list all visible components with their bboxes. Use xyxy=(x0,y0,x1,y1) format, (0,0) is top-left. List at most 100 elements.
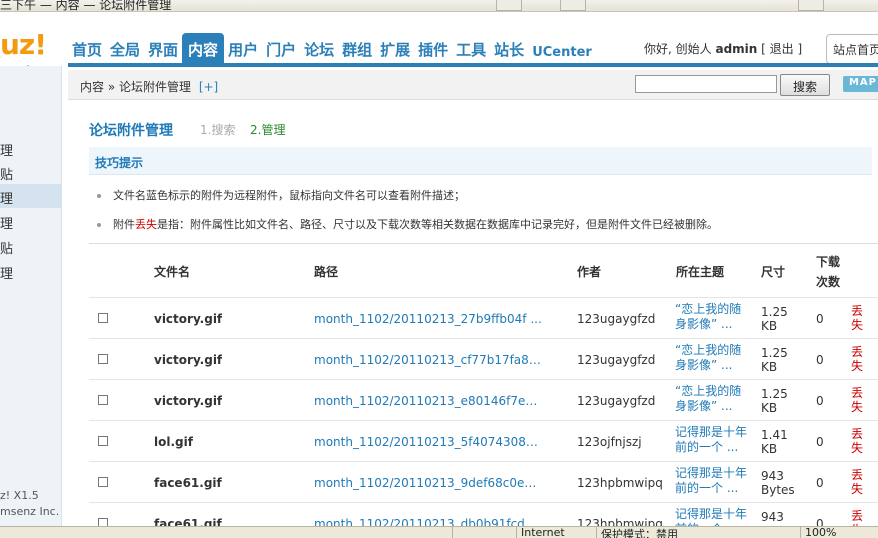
file-name[interactable]: lol.gif xyxy=(154,435,193,449)
map-button[interactable]: MAP xyxy=(843,76,878,92)
nav-item-forum[interactable]: 论坛 xyxy=(300,33,338,66)
table-row: victory.gif month_1102/20110213_27b9ffb04… xyxy=(89,297,878,338)
tip-lost-highlight: 丢失 xyxy=(135,218,157,231)
nav-item-interface[interactable]: 界面 xyxy=(144,33,182,66)
author-name[interactable]: 123ugaygfzd xyxy=(577,353,655,367)
header-path: 路径 xyxy=(314,265,339,279)
sidebar-item[interactable]: 贴 xyxy=(0,234,62,258)
tips-title: 技巧提示 xyxy=(95,156,144,170)
header-topic: 所在主题 xyxy=(676,265,725,279)
search-button[interactable]: 搜索 xyxy=(780,74,830,96)
nav-item-global[interactable]: 全局 xyxy=(106,33,144,66)
nav-item-portal[interactable]: 门户 xyxy=(262,33,300,66)
file-size: 1.41 KB xyxy=(761,428,788,456)
nav-item-ucenter[interactable]: UCenter xyxy=(528,33,596,66)
table-row: victory.gif month_1102/20110213_e80146f7e… xyxy=(89,379,878,420)
nav-item-users[interactable]: 用户 xyxy=(224,33,262,66)
file-size: 1.25 KB xyxy=(761,346,788,374)
browser-toolbar-button[interactable] xyxy=(560,0,586,11)
protected-mode-indicator: 保护模式：禁用 xyxy=(596,527,756,538)
author-name[interactable]: 123ugaygfzd xyxy=(577,312,655,326)
file-name[interactable]: victory.gif xyxy=(154,312,222,326)
user-area: 你好, 创始人 admin [ 退出 ] xyxy=(644,40,802,57)
download-count: 0 xyxy=(816,353,824,367)
nav-item-plugins[interactable]: 插件 xyxy=(414,33,452,66)
admin-header: uz! anel 首页 全局 界面 内容 用户 门户 论坛 群组 扩展 插件 工… xyxy=(0,12,878,80)
search-input[interactable] xyxy=(635,75,777,93)
author-name[interactable]: 123ojfnjszj xyxy=(577,435,642,449)
file-name[interactable]: victory.gif xyxy=(154,353,222,367)
tip-text: 文件名蓝色标示的附件为远程附件，鼠标指向文件名可以查看附件描述； xyxy=(113,189,465,202)
download-count: 0 xyxy=(816,394,824,408)
lost-status: 丢失 xyxy=(851,304,864,332)
zone-indicator: Internet xyxy=(516,527,596,538)
table-row: lol.gif month_1102/20110213_5f40743083 ..… xyxy=(89,420,878,461)
tip-lost: 附件丢失是指：附件属性比如文件名、路径、尺寸以及下载次数等相关数据在数据库中记录… xyxy=(97,216,718,232)
header-downloads: 下载次数 xyxy=(816,255,841,289)
tip-remote: 文件名蓝色标示的附件为远程附件，鼠标指向文件名可以查看附件描述； xyxy=(97,187,465,203)
table-row: face61.gif month_1102/20110213_9def68c0eb… xyxy=(89,461,878,502)
topic-link[interactable]: 记得那是十年前的一个 ... xyxy=(675,425,749,457)
file-size: 1.25 KB xyxy=(761,305,788,333)
row-checkbox[interactable] xyxy=(98,354,108,364)
nav-item-home[interactable]: 首页 xyxy=(68,33,106,66)
browser-toolbar-button[interactable] xyxy=(798,0,824,11)
bullet-icon xyxy=(97,223,101,227)
file-path-link[interactable]: month_1102/20110213_9def68c0eb ... xyxy=(314,476,542,490)
nav-item-content[interactable]: 内容 xyxy=(182,33,225,66)
browser-tab-title[interactable]: 三下午 — 内容 — 论坛附件管理 xyxy=(0,0,171,11)
lost-status: 丢失 xyxy=(851,427,864,455)
table-top-border xyxy=(89,243,878,244)
step-search[interactable]: 1.搜索 xyxy=(200,121,235,138)
breadcrumb-text: 内容 » 论坛附件管理 xyxy=(80,80,191,94)
file-path-link[interactable]: month_1102/20110213_5f40743083 ... xyxy=(314,435,542,449)
sidebar-item[interactable]: 理 xyxy=(0,259,62,283)
row-checkbox[interactable] xyxy=(98,477,108,487)
file-name[interactable]: face61.gif xyxy=(154,476,222,490)
nav-item-webmaster[interactable]: 站长 xyxy=(490,33,528,66)
sidebar-item-active[interactable]: 理 xyxy=(0,184,62,208)
row-checkbox[interactable] xyxy=(98,395,108,405)
header-author: 作者 xyxy=(577,265,602,279)
nav-underline xyxy=(68,63,878,67)
step-manage[interactable]: 2.管理 xyxy=(250,121,285,138)
greeting-text: 你好, 创始人 xyxy=(644,42,712,56)
nav-item-extensions[interactable]: 扩展 xyxy=(376,33,414,66)
author-name[interactable]: 123ugaygfzd xyxy=(577,394,655,408)
tip-text: 是指：附件属性比如文件名、路径、尺寸以及下载次数等相关数据在数据库中记录完好，但… xyxy=(157,218,718,231)
file-path-link[interactable]: month_1102/20110213_e80146f7ed ... xyxy=(314,394,542,408)
browser-statusbar: Internet 保护模式：禁用 100% xyxy=(0,526,878,538)
zoom-control[interactable]: 100% xyxy=(800,527,878,538)
site-home-button[interactable]: 站点首页 xyxy=(826,34,878,64)
file-size: 1.25 KB xyxy=(761,387,788,415)
table-row: victory.gif month_1102/20110213_cf77b17fa… xyxy=(89,338,878,379)
nav-item-tools[interactable]: 工具 xyxy=(452,33,490,66)
row-checkbox[interactable] xyxy=(98,436,108,446)
username: admin xyxy=(715,42,758,56)
topic-link[interactable]: “恋上我的随身影像” ... xyxy=(675,302,749,334)
lost-status: 丢失 xyxy=(851,345,864,373)
row-checkbox[interactable] xyxy=(98,313,108,323)
file-size: 943 Bytes xyxy=(761,469,795,497)
nav-item-groups[interactable]: 群组 xyxy=(338,33,376,66)
sidebar: 理 贴 理 理 贴 理 z! X1.5 msenz Inc. xyxy=(0,66,62,526)
breadcrumb-bar: 内容 » 论坛附件管理 [+] 搜索 MAP xyxy=(68,70,878,100)
file-name[interactable]: victory.gif xyxy=(154,394,222,408)
page-title: 论坛附件管理 xyxy=(89,123,173,139)
version-text: z! X1.5 xyxy=(0,489,39,502)
sidebar-item[interactable]: 理 xyxy=(0,209,62,233)
sidebar-item[interactable]: 理 xyxy=(0,136,62,160)
add-shortcut-button[interactable]: [+] xyxy=(199,80,218,94)
lost-status: 丢失 xyxy=(851,386,864,414)
author-name[interactable]: 123hpbmwipq xyxy=(577,476,663,490)
topic-link[interactable]: “恋上我的随身影像” ... xyxy=(675,343,749,375)
discuz-logo[interactable]: uz! xyxy=(0,28,47,61)
sidebar-item[interactable]: 贴 xyxy=(0,160,62,184)
browser-toolbar-button[interactable] xyxy=(496,0,522,11)
file-path-link[interactable]: month_1102/20110213_cf77b17fa8 ... xyxy=(314,353,542,367)
topic-link[interactable]: “恋上我的随身影像” ... xyxy=(675,384,749,416)
topic-link[interactable]: 记得那是十年前的一个 ... xyxy=(675,466,749,498)
file-path-link[interactable]: month_1102/20110213_27b9ffb04f ... xyxy=(314,312,542,326)
logout-link[interactable]: [ 退出 ] xyxy=(761,42,802,56)
company-text: msenz Inc. xyxy=(0,505,60,518)
